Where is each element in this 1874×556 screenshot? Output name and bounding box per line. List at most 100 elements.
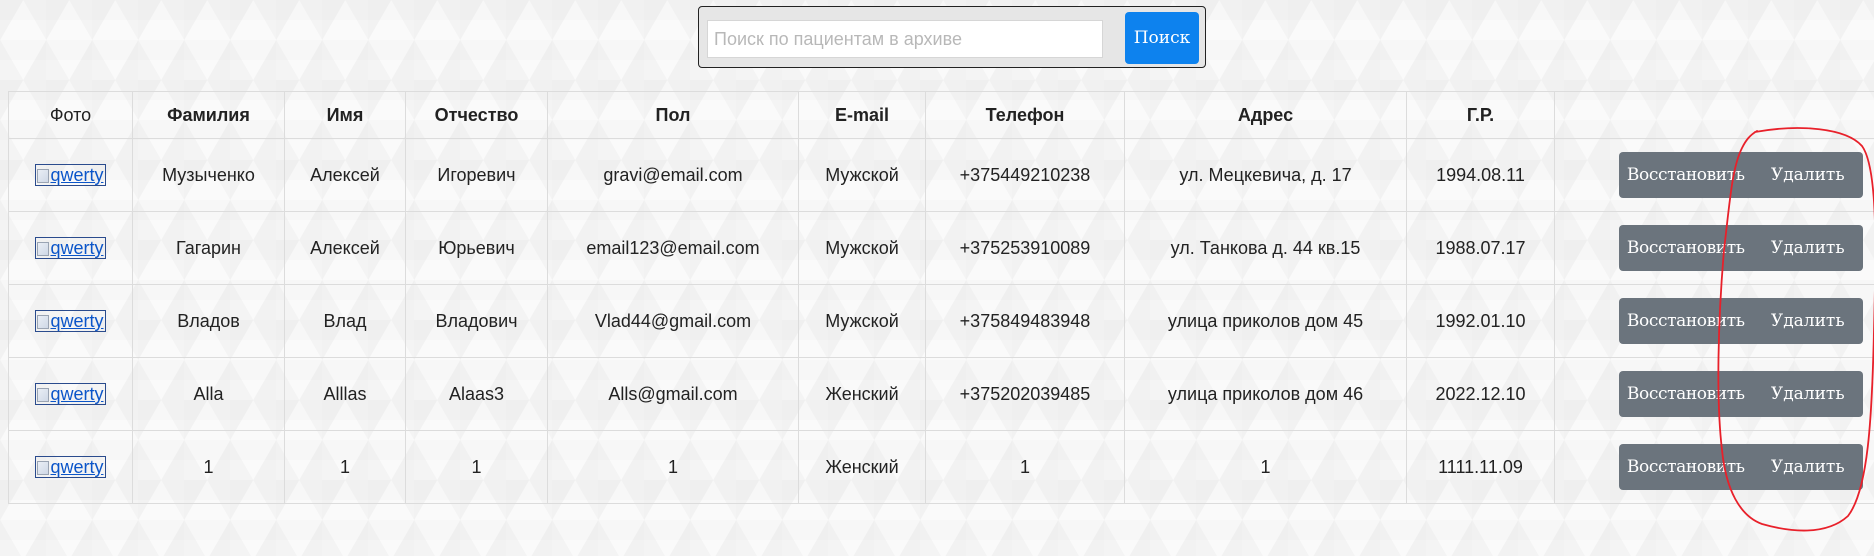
first-name-cell: 1 <box>284 430 406 504</box>
table-row: qwerty Alla Alllas Alaas3 Alls@gmail.com… <box>8 357 1874 431</box>
row-actions: Восстановить Удалить <box>1618 152 1863 198</box>
actions-cell: Восстановить Удалить <box>1554 138 1874 212</box>
photo-cell: qwerty <box>8 430 133 504</box>
delete-button[interactable]: Удалить <box>1752 371 1863 417</box>
search-button[interactable]: Поиск <box>1125 12 1199 64</box>
delete-button[interactable]: Удалить <box>1752 225 1863 271</box>
gender-cell: Женский <box>798 357 926 431</box>
last-name-cell: 1 <box>132 430 285 504</box>
table-row: qwerty Владов Влад Владович Vlad44@gmail… <box>8 284 1874 358</box>
restore-button[interactable]: Восстановить <box>1618 225 1753 271</box>
row-actions: Восстановить Удалить <box>1618 225 1863 271</box>
photo-alt-text: qwerty <box>50 165 104 185</box>
phone-cell: +375202039485 <box>925 357 1125 431</box>
photo-cell: qwerty <box>8 357 133 431</box>
restore-button[interactable]: Восстановить <box>1618 152 1753 198</box>
delete-button[interactable]: Удалить <box>1752 298 1863 344</box>
gender-cell: Женский <box>798 430 926 504</box>
birth-date-cell: 2022.12.10 <box>1406 357 1555 431</box>
delete-button[interactable]: Удалить <box>1752 152 1863 198</box>
row-actions: Восстановить Удалить <box>1618 371 1863 417</box>
patronymic-cell: 1 <box>405 430 548 504</box>
actions-cell: Восстановить Удалить <box>1554 211 1874 285</box>
header-photo: Фото <box>8 91 133 139</box>
search-form: Поиск <box>698 6 1206 68</box>
photo-link[interactable]: qwerty <box>35 164 106 186</box>
phone-cell: +375849483948 <box>925 284 1125 358</box>
header-birth-date: Г.Р. <box>1406 91 1555 139</box>
phone-cell: +375449210238 <box>925 138 1125 212</box>
photo-link[interactable]: qwerty <box>35 456 106 478</box>
header-patronymic: Отчество <box>405 91 548 139</box>
header-address: Адрес <box>1124 91 1407 139</box>
broken-image-icon <box>37 242 50 256</box>
photo-link[interactable]: qwerty <box>35 310 106 332</box>
broken-image-icon <box>37 315 50 329</box>
broken-image-icon <box>37 169 50 183</box>
address-cell: ул. Танкова д. 44 кв.15 <box>1124 211 1407 285</box>
patronymic-cell: Игоревич <box>405 138 548 212</box>
row-actions: Восстановить Удалить <box>1618 444 1863 490</box>
gender-cell: Мужской <box>798 284 926 358</box>
header-gender: Пол <box>547 91 799 139</box>
gender-cell: Мужской <box>798 138 926 212</box>
photo-cell: qwerty <box>8 138 133 212</box>
first-name-cell: Алексей <box>284 138 406 212</box>
photo-cell: qwerty <box>8 284 133 358</box>
actions-cell: Восстановить Удалить <box>1554 284 1874 358</box>
email-cell: Alls@gmail.com <box>547 357 799 431</box>
search-input[interactable] <box>707 20 1103 58</box>
row-actions: Восстановить Удалить <box>1618 298 1863 344</box>
photo-link[interactable]: qwerty <box>35 237 106 259</box>
first-name-cell: Alllas <box>284 357 406 431</box>
last-name-cell: Владов <box>132 284 285 358</box>
patronymic-cell: Юрьевич <box>405 211 548 285</box>
birth-date-cell: 1994.08.11 <box>1406 138 1555 212</box>
restore-button[interactable]: Восстановить <box>1618 298 1753 344</box>
broken-image-icon <box>37 461 50 475</box>
photo-alt-text: qwerty <box>50 311 104 331</box>
restore-button[interactable]: Восстановить <box>1618 371 1753 417</box>
table-header-row: Фото Фамилия Имя Отчество Пол E-mail Тел… <box>8 91 1874 139</box>
email-cell: email123@email.com <box>547 211 799 285</box>
table-row: qwerty 1 1 1 1 Женский 1 1 1111.11.09 Во… <box>8 430 1874 504</box>
header-phone: Телефон <box>925 91 1125 139</box>
patronymic-cell: Владович <box>405 284 548 358</box>
header-email: E-mail <box>798 91 926 139</box>
email-cell: 1 <box>547 430 799 504</box>
phone-cell: 1 <box>925 430 1125 504</box>
patronymic-cell: Alaas3 <box>405 357 548 431</box>
restore-button[interactable]: Восстановить <box>1618 444 1753 490</box>
broken-image-icon <box>37 388 50 402</box>
address-cell: улица приколов дом 46 <box>1124 357 1407 431</box>
delete-button[interactable]: Удалить <box>1752 444 1863 490</box>
table-row: qwerty Музыченко Алексей Игоревич gravi@… <box>8 138 1874 212</box>
email-cell: Vlad44@gmail.com <box>547 284 799 358</box>
gender-cell: Мужской <box>798 211 926 285</box>
last-name-cell: Музыченко <box>132 138 285 212</box>
birth-date-cell: 1988.07.17 <box>1406 211 1555 285</box>
archived-patients-table: Фото Фамилия Имя Отчество Пол E-mail Тел… <box>8 91 1874 504</box>
birth-date-cell: 1111.11.09 <box>1406 430 1555 504</box>
header-actions <box>1554 91 1874 139</box>
photo-alt-text: qwerty <box>50 384 104 404</box>
table-row: qwerty Гагарин Алексей Юрьевич email123@… <box>8 211 1874 285</box>
last-name-cell: Alla <box>132 357 285 431</box>
actions-cell: Восстановить Удалить <box>1554 430 1874 504</box>
photo-alt-text: qwerty <box>50 238 104 258</box>
first-name-cell: Алексей <box>284 211 406 285</box>
header-first-name: Имя <box>284 91 406 139</box>
photo-link[interactable]: qwerty <box>35 383 106 405</box>
address-cell: ул. Мецкевича, д. 17 <box>1124 138 1407 212</box>
phone-cell: +375253910089 <box>925 211 1125 285</box>
last-name-cell: Гагарин <box>132 211 285 285</box>
header-last-name: Фамилия <box>132 91 285 139</box>
photo-cell: qwerty <box>8 211 133 285</box>
email-cell: gravi@email.com <box>547 138 799 212</box>
actions-cell: Восстановить Удалить <box>1554 357 1874 431</box>
address-cell: улица приколов дом 45 <box>1124 284 1407 358</box>
photo-alt-text: qwerty <box>50 457 104 477</box>
address-cell: 1 <box>1124 430 1407 504</box>
first-name-cell: Влад <box>284 284 406 358</box>
birth-date-cell: 1992.01.10 <box>1406 284 1555 358</box>
